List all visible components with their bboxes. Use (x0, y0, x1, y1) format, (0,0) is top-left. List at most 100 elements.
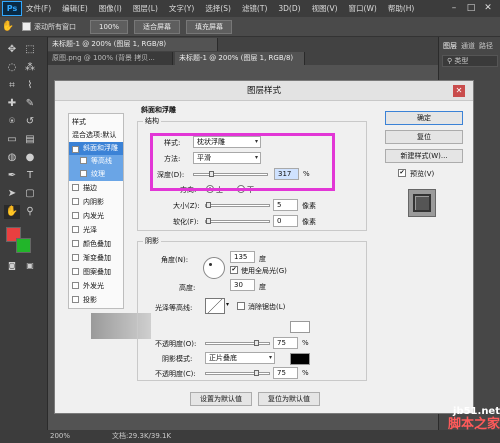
shadow-opacity-slider[interactable] (205, 370, 270, 376)
tab-channels[interactable]: 通道 (461, 41, 475, 51)
style-blend-options[interactable]: 混合选项:默认 (69, 129, 123, 142)
chevron-down-icon[interactable]: ▾ (226, 301, 229, 308)
pen-tool-icon[interactable]: ✒ (4, 169, 20, 183)
check-icon[interactable]: ✔ (72, 146, 79, 153)
angle-input[interactable]: 135 (230, 251, 255, 263)
make-default-button[interactable]: 设置为默认值 (190, 392, 252, 406)
crop-tool-icon[interactable]: ⌗ (4, 79, 20, 93)
stroke-checkbox[interactable] (72, 184, 79, 191)
style-outer-glow[interactable]: 外发光 (69, 280, 123, 293)
gradient-overlay-checkbox[interactable] (72, 254, 79, 261)
dialog-close-icon[interactable]: ✕ (453, 85, 465, 97)
style-color-overlay[interactable]: 颜色叠加 (69, 238, 123, 251)
path-select-icon[interactable]: ➤ (4, 187, 20, 201)
size-input[interactable]: 5 (273, 199, 298, 211)
menu-edit[interactable]: 编辑(E) (62, 3, 88, 14)
altitude-input[interactable]: 30 (230, 279, 255, 291)
quick-mask-icon[interactable]: ◙ (4, 259, 20, 273)
hand-tool-icon[interactable]: ✋ (4, 205, 20, 219)
healing-brush-icon[interactable]: ✚ (4, 97, 20, 111)
drop-shadow-checkbox[interactable] (72, 296, 79, 303)
move-tool-icon[interactable]: ✥ (4, 43, 20, 57)
preview-checkbox[interactable]: ✔ (398, 169, 406, 177)
menu-3d[interactable]: 3D(D) (278, 4, 300, 13)
global-light-checkbox[interactable]: ✔ (230, 266, 238, 274)
menu-layer[interactable]: 图层(L) (133, 3, 158, 14)
style-bevel-emboss[interactable]: ✔ 斜面和浮雕 (69, 142, 123, 155)
angle-dial[interactable] (203, 257, 225, 279)
highlight-opacity-thumb[interactable] (254, 340, 259, 346)
ok-button[interactable]: 确定 (385, 111, 463, 125)
doc-tab-original[interactable]: 原图.png @ 100% (背景 拷贝... (48, 52, 173, 65)
style-texture[interactable]: 纹理 (69, 168, 123, 181)
doc-tab-active[interactable]: 未标题-1 @ 200% (图层 1, RGB/8) (48, 38, 218, 51)
tab-paths[interactable]: 路径 (479, 41, 493, 51)
brush-tool-icon[interactable]: ✎ (22, 97, 38, 111)
menu-window[interactable]: 窗口(W) (349, 3, 377, 14)
style-pattern-overlay[interactable]: 图案叠加 (69, 266, 123, 279)
shape-tool-icon[interactable]: ▢ (22, 187, 38, 201)
gradient-icon[interactable]: ▤ (22, 133, 38, 147)
menu-image[interactable]: 图像(I) (99, 3, 122, 14)
style-contour[interactable]: 等高线 (69, 155, 123, 168)
highlight-color-swatch[interactable] (290, 321, 310, 333)
outer-glow-checkbox[interactable] (72, 282, 79, 289)
style-satin[interactable]: 光泽 (69, 224, 123, 237)
size-slider[interactable] (205, 202, 270, 208)
contour-checkbox[interactable] (80, 157, 87, 164)
texture-checkbox[interactable] (80, 170, 87, 177)
magic-wand-icon[interactable]: ⁂ (22, 61, 38, 75)
pattern-overlay-checkbox[interactable] (72, 268, 79, 275)
fit-screen-button[interactable]: 适合屏幕 (134, 19, 181, 34)
type-tool-icon[interactable]: T (22, 169, 38, 183)
blur-tool-icon[interactable]: ◍ (4, 151, 20, 165)
menu-file[interactable]: 文件(F) (26, 3, 51, 14)
size-slider-thumb[interactable] (206, 202, 211, 208)
reset-default-button[interactable]: 复位为默认值 (258, 392, 320, 406)
menu-help[interactable]: 帮助(H) (388, 3, 415, 14)
doc-tab-untitled[interactable]: 未标题-1 @ 200% (图层 1, RGB/8) (175, 52, 305, 65)
scroll-all-checkbox[interactable] (22, 22, 31, 31)
highlight-opacity-slider[interactable] (205, 340, 270, 346)
style-inner-shadow[interactable]: 内阴影 (69, 196, 123, 209)
shadow-color-swatch[interactable] (290, 353, 310, 365)
maximize-icon[interactable]: □ (465, 2, 477, 14)
marquee-tool-icon[interactable]: ⬚ (22, 43, 38, 57)
layer-filter-select[interactable]: ⚲ 类型 (442, 55, 498, 67)
screen-mode-icon[interactable]: ▣ (22, 259, 38, 273)
close-icon[interactable]: ✕ (482, 2, 494, 14)
gloss-contour-preview[interactable] (205, 298, 225, 314)
minimize-icon[interactable]: – (448, 2, 460, 14)
shadow-mode-select[interactable]: 正片叠底 ▾ (205, 352, 275, 364)
fill-screen-button[interactable]: 填充屏幕 (186, 19, 233, 34)
menu-filter[interactable]: 滤镜(T) (242, 3, 267, 14)
shadow-opacity-input[interactable]: 75 (273, 367, 298, 379)
soften-slider[interactable] (205, 218, 270, 224)
menu-type[interactable]: 文字(Y) (169, 3, 194, 14)
inner-shadow-checkbox[interactable] (72, 198, 79, 205)
inner-glow-checkbox[interactable] (72, 212, 79, 219)
zoom-100-button[interactable]: 100% (90, 19, 129, 34)
style-drop-shadow[interactable]: 投影 (69, 294, 123, 307)
reset-button[interactable]: 复位 (385, 130, 463, 144)
highlight-opacity-input[interactable]: 75 (273, 337, 298, 349)
style-gradient-overlay[interactable]: 渐变叠加 (69, 252, 123, 265)
menu-select[interactable]: 选择(S) (205, 3, 231, 14)
soften-input[interactable]: 0 (273, 215, 298, 227)
tab-layers[interactable]: 图层 (443, 41, 457, 51)
color-overlay-checkbox[interactable] (72, 240, 79, 247)
background-color-swatch[interactable] (16, 238, 31, 253)
antialias-checkbox[interactable] (237, 302, 245, 310)
soften-slider-thumb[interactable] (206, 218, 211, 224)
menu-view[interactable]: 视图(V) (312, 3, 338, 14)
eraser-icon[interactable]: ▭ (4, 133, 20, 147)
shadow-opacity-thumb[interactable] (254, 370, 259, 376)
satin-checkbox[interactable] (72, 226, 79, 233)
clone-stamp-icon[interactable]: ⍟ (4, 115, 20, 129)
style-inner-glow[interactable]: 内发光 (69, 210, 123, 223)
history-brush-icon[interactable]: ↺ (22, 115, 38, 129)
lasso-tool-icon[interactable]: ◌ (4, 61, 20, 75)
eyedropper-icon[interactable]: ⌇ (22, 79, 38, 93)
dodge-tool-icon[interactable]: ● (22, 151, 38, 165)
new-style-button[interactable]: 新建样式(W)... (385, 149, 463, 163)
